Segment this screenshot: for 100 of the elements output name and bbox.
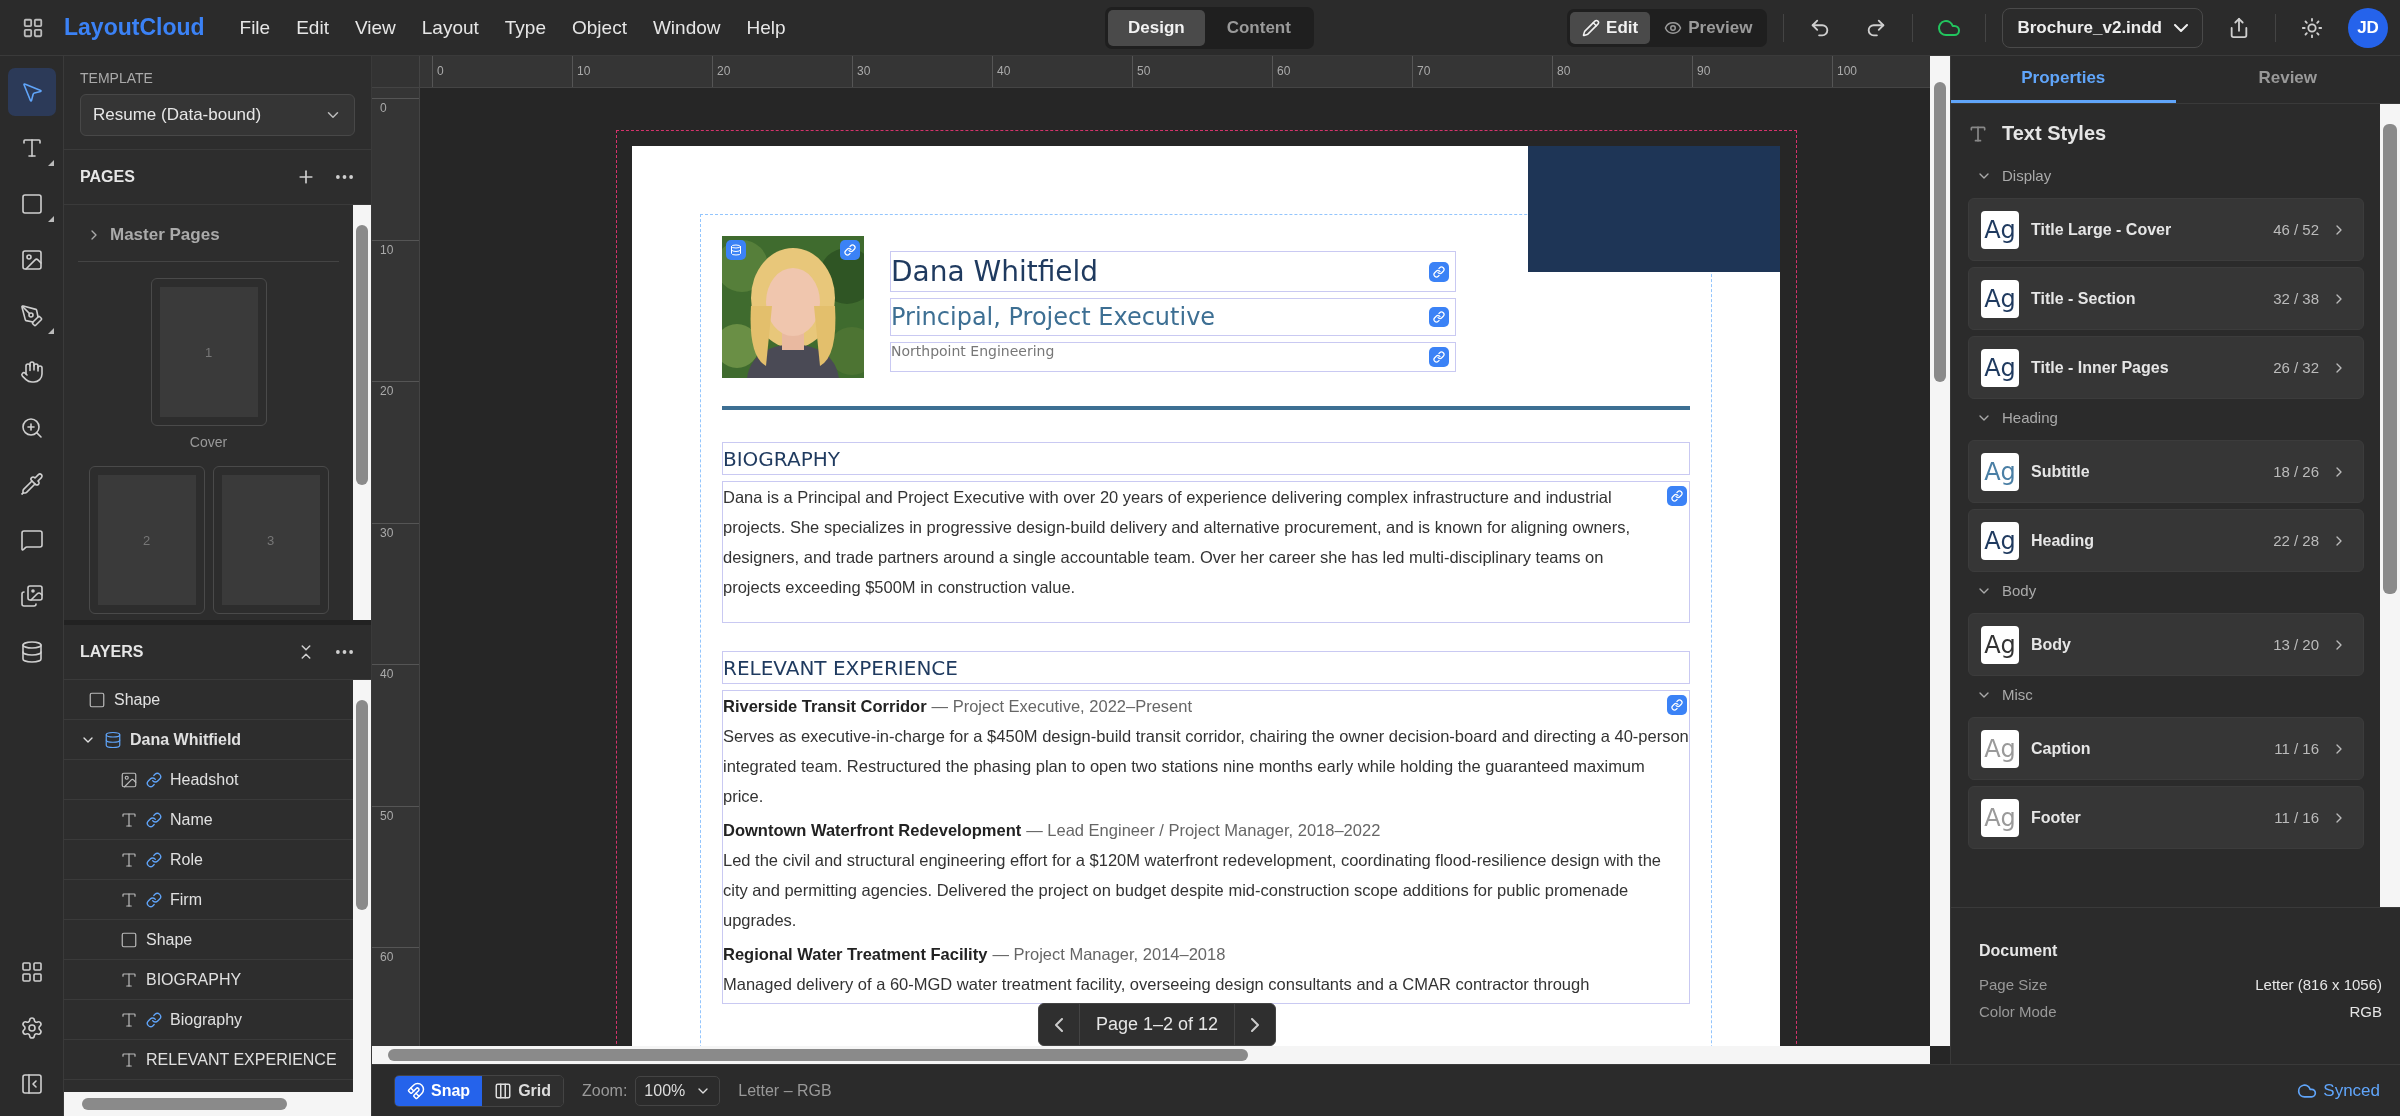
- style-sample: Ag: [1981, 729, 2019, 768]
- menu-item[interactable]: File: [226, 10, 284, 45]
- text-style-item[interactable]: Ag Caption 11 / 16: [1968, 717, 2364, 780]
- style-size: 18 / 26: [2273, 463, 2319, 480]
- style-name: Title - Section: [2031, 289, 2137, 308]
- pencil-icon: [1582, 18, 1601, 37]
- sync-status: Synced: [2323, 1080, 2380, 1101]
- paragraph: Managed delivery of a 60-MGD water treatment facility, overseeing design consultants and a CMAR contractor through: [723, 974, 1591, 995]
- style-group-header[interactable]: Heading: [1968, 405, 2364, 440]
- layer-item[interactable]: Headshot: [64, 760, 353, 800]
- panel-heading: Text Styles: [2002, 122, 2107, 145]
- style-name: Heading: [2031, 531, 2096, 550]
- edit-tab[interactable]: Edit: [1570, 11, 1651, 44]
- layer-item[interactable]: Dana Whitfield: [64, 720, 353, 760]
- hand-icon: [19, 360, 44, 384]
- database-icon: [19, 640, 44, 664]
- panel-tab[interactable]: Properties: [1951, 56, 2176, 103]
- zoom-icon: [19, 416, 44, 440]
- style-sample: Ag: [1981, 521, 2019, 560]
- property-value: Letter (816 x 1056): [2255, 976, 2382, 993]
- style-group-header[interactable]: Body: [1968, 578, 2364, 613]
- pen-icon: [19, 304, 44, 328]
- zoom-dropdown[interactable]: 100%: [635, 1075, 721, 1106]
- section-heading: BIOGRAPHY: [723, 446, 840, 471]
- menu-item[interactable]: View: [341, 10, 409, 45]
- style-name: Title - Inner Pages: [2031, 358, 2170, 377]
- text-style-item[interactable]: Ag Title - Section 32 / 38: [1968, 267, 2364, 330]
- text-icon: [120, 810, 138, 829]
- project-role: — Lead Engineer / Project Manager, 2018–2022: [1026, 820, 1381, 841]
- style-size: 11 / 16: [2274, 740, 2319, 757]
- menu-item[interactable]: Object: [559, 10, 640, 45]
- menu-item[interactable]: Edit: [283, 10, 342, 45]
- style-sample: Ag: [1981, 625, 2019, 664]
- pointer-tool[interactable]: [7, 68, 56, 116]
- layer-item[interactable]: Name: [64, 800, 353, 840]
- text-style-item[interactable]: Ag Subtitle 18 / 26: [1968, 440, 2364, 503]
- columns-icon: [494, 1081, 513, 1100]
- file-dropdown[interactable]: Brochure_v2.indd: [2002, 7, 2203, 48]
- style-size: 26 / 32: [2273, 359, 2319, 376]
- database-icon: [104, 730, 122, 749]
- person-name: Dana Whitfield: [891, 255, 1099, 288]
- image-icon: [19, 248, 44, 272]
- style-sample: Ag: [1981, 210, 2019, 249]
- style-sample: Ag: [1981, 798, 2019, 837]
- property-value: RGB: [2349, 1003, 2382, 1020]
- text-icon: [120, 850, 138, 869]
- template-dropdown[interactable]: Resume (Data-bound): [80, 94, 355, 136]
- layer-item[interactable]: Role: [64, 840, 353, 880]
- text-style-item[interactable]: Ag Heading 22 / 28: [1968, 509, 2364, 572]
- magnet-icon: [407, 1081, 425, 1100]
- menu-item[interactable]: Layout: [408, 10, 492, 45]
- text-style-item[interactable]: Ag Body 13 / 20: [1968, 613, 2364, 676]
- square-icon: [19, 192, 44, 216]
- style-size: 13 / 20: [2273, 636, 2319, 653]
- style-group-header[interactable]: Display: [1968, 163, 2364, 198]
- menu-item[interactable]: Window: [639, 10, 734, 45]
- app-logo: LayoutCloud: [64, 14, 205, 41]
- master-pages-item[interactable]: Master Pages: [78, 213, 339, 262]
- scrollbar[interactable]: [64, 1092, 371, 1116]
- user-avatar[interactable]: JD: [2348, 7, 2388, 48]
- scrollbar[interactable]: [1930, 56, 1950, 1046]
- mode-tab[interactable]: Design: [1108, 9, 1205, 46]
- paragraph: Dana is a Principal and Project Executive with over 20 years of experience delivering complex infrastructure and industrial projects. She specializes in progressive design-build delivery and alternative procurement, and is known for aligning owners, designers, and trade partners around a single accountable team. Over her career she has led multi-disciplinary teams on projects exceeding $500M in construction value.: [723, 487, 1632, 598]
- chevron-right-icon: [1251, 1017, 1260, 1032]
- apps-grid-icon[interactable]: [22, 16, 44, 39]
- style-name: Caption: [2031, 739, 2092, 758]
- section-label: TEMPLATE: [80, 70, 154, 86]
- text-icon: [120, 890, 138, 909]
- scrollbar[interactable]: [353, 680, 371, 1092]
- scrollbar[interactable]: [353, 205, 371, 620]
- comment-icon: [19, 528, 44, 552]
- square-icon: [88, 690, 106, 709]
- scrollbar[interactable]: [372, 1046, 1930, 1064]
- preview-tab[interactable]: Preview: [1652, 11, 1765, 44]
- layer-item[interactable]: Biography: [64, 1000, 353, 1040]
- property-label: Color Mode: [1979, 1003, 2057, 1020]
- mode-tab[interactable]: Content: [1206, 9, 1311, 46]
- text-style-item[interactable]: Ag Title - Inner Pages 26 / 32: [1968, 336, 2364, 399]
- page-indicator: Page 1–2 of 12: [1079, 1004, 1236, 1045]
- grid-toggle[interactable]: Grid: [482, 1075, 563, 1106]
- scrollbar[interactable]: [2380, 104, 2400, 907]
- project-role: — Project Executive, 2022–Present: [931, 696, 1193, 717]
- text-style-item[interactable]: Ag Title Large - Cover 46 / 52: [1968, 198, 2364, 261]
- style-group-header[interactable]: Misc: [1968, 682, 2364, 717]
- snap-toggle[interactable]: Snap: [395, 1075, 483, 1106]
- text-icon: [120, 970, 138, 989]
- project-role: — Project Manager, 2014–2018: [992, 944, 1226, 965]
- sidebar-collapse-icon: [19, 1072, 44, 1096]
- text-style-item[interactable]: Ag Footer 11 / 16: [1968, 786, 2364, 849]
- more-icon: [335, 650, 353, 654]
- layer-item[interactable]: Firm: [64, 880, 353, 920]
- project-title: Downtown Waterfront Redevelopment: [723, 820, 1022, 841]
- text-icon: [120, 1010, 138, 1029]
- menu-item[interactable]: Type: [491, 10, 559, 45]
- menu-item[interactable]: Help: [733, 10, 799, 45]
- square-icon: [120, 930, 138, 949]
- style-size: 32 / 38: [2273, 290, 2319, 307]
- sun-icon: [2301, 16, 2323, 39]
- settings-icon: [19, 1016, 44, 1040]
- panel-tab[interactable]: Review: [2175, 56, 2400, 103]
